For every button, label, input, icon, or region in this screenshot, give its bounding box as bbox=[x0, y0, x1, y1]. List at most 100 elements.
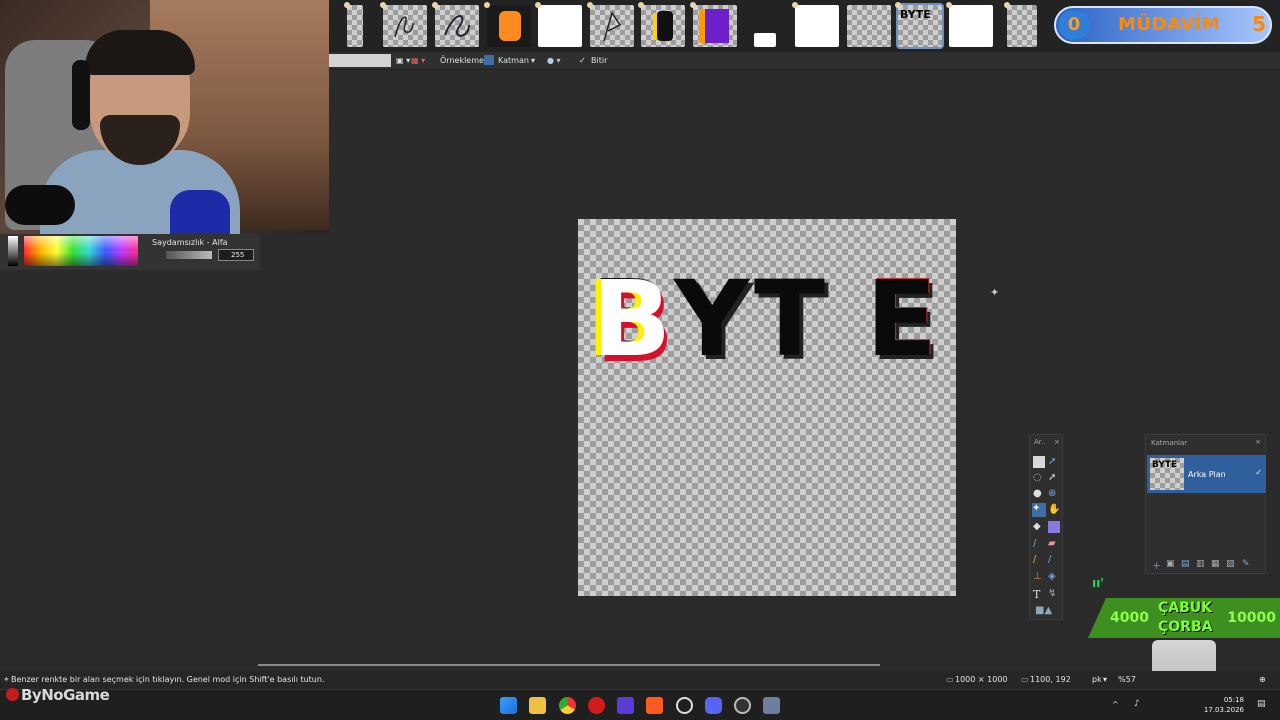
discord-icon[interactable] bbox=[705, 697, 722, 714]
layers-close-icon[interactable]: × bbox=[1255, 438, 1261, 446]
merge-layer-icon[interactable]: ▥ bbox=[1196, 559, 1205, 569]
paintbrush-tool-icon[interactable]: / bbox=[1033, 538, 1045, 550]
clock[interactable]: 05:18 17.03.2026 bbox=[1204, 695, 1244, 715]
finish-button[interactable]: Bitir bbox=[591, 56, 607, 65]
color-picker-tool-icon[interactable]: / bbox=[1048, 554, 1060, 566]
unit-selector[interactable]: pk bbox=[1092, 675, 1102, 684]
ellipse-select-tool-icon[interactable]: ● bbox=[1033, 488, 1045, 500]
delete-layer-icon[interactable]: ▣ bbox=[1166, 559, 1175, 569]
color-swatches[interactable] bbox=[24, 236, 138, 266]
start-windows-icon[interactable] bbox=[500, 697, 517, 714]
thumb-10[interactable] bbox=[792, 2, 839, 47]
thumb-5[interactable] bbox=[535, 2, 582, 47]
magic-wand-tool-icon[interactable]: ✦ bbox=[1032, 503, 1046, 517]
zoom-level[interactable]: %57 bbox=[1118, 675, 1136, 684]
alpha-label: Saydamsızlık - Alfa bbox=[152, 238, 228, 247]
alpha-value-input[interactable]: 255 bbox=[218, 249, 254, 261]
orange-b-logo bbox=[499, 11, 521, 41]
tray-chevron-icon[interactable]: ^ bbox=[1112, 700, 1119, 709]
tool-options-bar: ▣ ▾ ▦ ▾ Örnekleme: Katman ▾ ● ▾ ✓ Bitir bbox=[329, 52, 1280, 70]
microphone-icon bbox=[170, 190, 230, 234]
orange-stripe bbox=[699, 9, 705, 43]
bonus-title-line2: ÇORBA bbox=[1158, 619, 1213, 635]
regular-label: MÜDAVİM bbox=[1118, 14, 1221, 35]
layer-visible-checkbox[interactable]: ✓ bbox=[1255, 468, 1262, 477]
byte-thumb-text: BYTE bbox=[900, 8, 931, 21]
alpha-slider[interactable] bbox=[166, 251, 212, 259]
text-tool-icon[interactable]: T bbox=[1033, 588, 1045, 601]
tools-panel: Ar.. × ➚ ◌ ➚ ● ⊕ ✦ ✋ ◆ / ▰ / / ⊥ ◈ T ↯ ■… bbox=[1029, 434, 1063, 620]
feather-app-icon[interactable] bbox=[617, 697, 634, 714]
thumb-14[interactable] bbox=[1004, 2, 1037, 47]
line-tool-icon[interactable]: ↯ bbox=[1048, 588, 1060, 600]
pencil-tool-icon[interactable]: / bbox=[1033, 554, 1045, 566]
layer-row[interactable]: BYTE Arka Plan ✓ bbox=[1147, 455, 1266, 493]
brave-icon[interactable] bbox=[646, 697, 663, 714]
sampling-layer-option[interactable]: Katman bbox=[498, 56, 529, 65]
antialias-icon[interactable]: ● ▾ bbox=[547, 56, 561, 65]
thumb-13[interactable] bbox=[946, 2, 993, 47]
layers-toolbar: ＋ ▣ ▤ ▥ ▦ ▧ ✎ bbox=[1146, 557, 1265, 573]
image-canvas[interactable]: B Y T E bbox=[578, 219, 956, 596]
webcam-device bbox=[5, 185, 75, 225]
shapes-tool-icon[interactable]: ■▲ bbox=[1035, 605, 1057, 617]
move-tool-icon[interactable]: ➚ bbox=[1048, 472, 1060, 484]
clone-stamp-tool-icon[interactable]: ⊥ bbox=[1033, 571, 1045, 583]
paint-net-icon[interactable] bbox=[763, 697, 780, 714]
headset-icon bbox=[72, 60, 90, 130]
checkmark-icon: ✓ bbox=[579, 56, 586, 65]
thumb-8[interactable] bbox=[690, 2, 737, 47]
layer-properties-icon[interactable]: ✎ bbox=[1242, 559, 1250, 569]
selection-mode-icon[interactable]: ▦ ▾ bbox=[411, 56, 425, 65]
layers-panel: Katmanlar × BYTE Arka Plan ✓ ＋ ▣ ▤ ▥ ▦ ▧… bbox=[1145, 434, 1266, 574]
add-layer-icon[interactable]: ＋ bbox=[1152, 559, 1161, 572]
thumb-1[interactable] bbox=[344, 2, 363, 47]
notifications-icon[interactable]: ▤ bbox=[1257, 699, 1266, 709]
bonus-banner: 4000 10000 ÇABUK ÇORBA bbox=[1088, 598, 1280, 640]
green-sticker-icon: ıı' bbox=[1092, 576, 1104, 590]
thumb-11[interactable] bbox=[847, 5, 891, 47]
thumb-9[interactable] bbox=[754, 33, 776, 47]
letter-y: Y bbox=[674, 258, 750, 380]
horizontal-scrollbar[interactable] bbox=[258, 664, 880, 666]
letter-t: T bbox=[754, 258, 825, 380]
lasso-tool-icon[interactable]: ◌ bbox=[1033, 472, 1045, 484]
pan-tool-icon[interactable]: ✋ bbox=[1048, 504, 1060, 516]
thumb-4[interactable] bbox=[484, 2, 531, 47]
thumb-6[interactable] bbox=[587, 2, 634, 47]
zoom-in-icon[interactable]: ⊕ bbox=[1259, 675, 1266, 684]
move-layer-down-icon[interactable]: ▧ bbox=[1226, 559, 1235, 569]
yellow-stripe bbox=[653, 13, 657, 39]
black-b-logo bbox=[657, 11, 673, 41]
gradient-tool-icon[interactable] bbox=[1048, 521, 1060, 533]
move-selection-tool-icon[interactable]: ➚ bbox=[1048, 456, 1060, 468]
chatgpt-icon[interactable] bbox=[676, 697, 693, 714]
grayscale-swatches[interactable] bbox=[8, 236, 18, 266]
paint-bucket-tool-icon[interactable]: ◆ bbox=[1033, 521, 1045, 533]
clock-time: 05:18 bbox=[1223, 696, 1244, 704]
unit-chevron-icon[interactable]: ▾ bbox=[1103, 675, 1107, 684]
eraser-tool-icon[interactable]: ▰ bbox=[1048, 538, 1060, 550]
tools-close-icon[interactable]: × bbox=[1054, 438, 1060, 446]
flood-mode-icon[interactable]: ▣ ▾ bbox=[396, 56, 410, 65]
tolerance-field[interactable] bbox=[329, 54, 391, 67]
thumb-3[interactable] bbox=[432, 2, 479, 47]
file-explorer-icon[interactable] bbox=[529, 697, 546, 714]
regular-count-left: 0 bbox=[1058, 10, 1090, 40]
thumb-7[interactable] bbox=[638, 2, 685, 47]
duplicate-layer-icon[interactable]: ▤ bbox=[1181, 559, 1190, 569]
thumb-2[interactable] bbox=[380, 2, 427, 47]
image-size: 1000 × 1000 bbox=[955, 675, 1008, 684]
zoom-tool-icon[interactable]: ⊕ bbox=[1048, 488, 1060, 500]
opera-icon[interactable] bbox=[588, 697, 605, 714]
move-layer-up-icon[interactable]: ▦ bbox=[1211, 559, 1220, 569]
webcam-overlay bbox=[0, 0, 329, 234]
rectangle-select-tool-icon[interactable] bbox=[1033, 456, 1045, 468]
mic-tray-icon[interactable]: ♪ bbox=[1134, 699, 1140, 709]
recolor-tool-icon[interactable]: ◈ bbox=[1048, 571, 1060, 583]
cursor-position-icon: ▭ bbox=[1021, 675, 1029, 684]
chrome-icon[interactable] bbox=[559, 697, 576, 714]
thumb-12[interactable]: BYTE bbox=[895, 2, 944, 49]
obs-icon[interactable] bbox=[734, 697, 751, 714]
chevron-down-icon[interactable]: ▾ bbox=[531, 56, 535, 65]
